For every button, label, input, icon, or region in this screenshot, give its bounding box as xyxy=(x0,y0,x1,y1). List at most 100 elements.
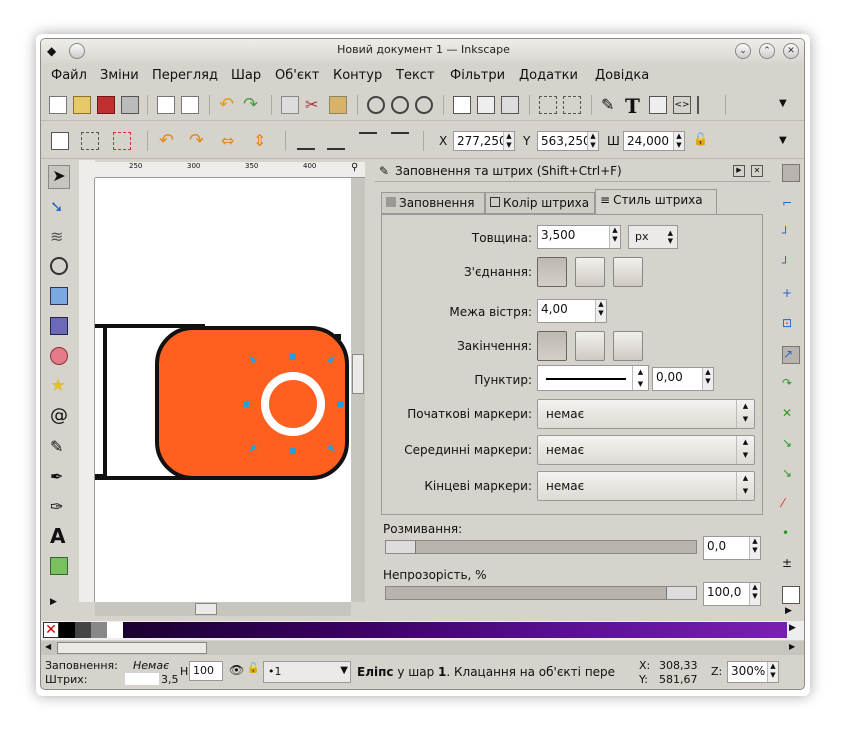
cap-round-toggle[interactable] xyxy=(575,331,605,361)
select-all-layers-icon[interactable] xyxy=(81,132,99,150)
miter-input[interactable]: 4,00 ▲ ▼ xyxy=(537,299,607,323)
opacity-spin-arrows[interactable]: ▲ ▼ xyxy=(749,583,760,605)
tab-fill[interactable]: Заповнення xyxy=(381,192,485,214)
toolbox-more-icon[interactable]: ▶ xyxy=(50,597,68,615)
blur-input[interactable]: 0,0 ▲ ▼ xyxy=(703,536,761,560)
join-bevel-toggle[interactable] xyxy=(613,257,643,287)
dialog-dock-icon[interactable]: ▶ xyxy=(733,165,745,177)
horizontal-scroll-thumb[interactable] xyxy=(195,603,217,615)
status-h-input[interactable]: 100 xyxy=(189,661,223,681)
snap-cusp-icon[interactable]: ↘ xyxy=(782,436,800,454)
horizontal-scrollbar[interactable] xyxy=(95,602,351,616)
deselect-icon[interactable] xyxy=(113,132,131,150)
width-spin-arrows[interactable]: ▲ ▼ xyxy=(609,226,620,248)
gray-swatch[interactable] xyxy=(91,622,107,638)
selector-tool-icon[interactable]: ➤ xyxy=(48,165,70,189)
pencil-tool-icon[interactable]: ✎ xyxy=(50,437,68,456)
controls-overflow-icon[interactable]: ▼ xyxy=(779,135,797,153)
x-input[interactable]: 277,250 ▲ ▼ xyxy=(453,131,515,151)
snap-rotation-center-icon[interactable]: ± xyxy=(782,556,800,574)
snap-intersections-icon[interactable]: ✕ xyxy=(782,406,800,424)
zoom-corner-icon[interactable]: ⚲ xyxy=(351,162,365,178)
snap-nodes-icon[interactable]: ↗ xyxy=(782,346,800,364)
visibility-eye-icon[interactable]: 👁 xyxy=(229,663,244,677)
paste-icon[interactable] xyxy=(329,96,347,114)
xml-editor-icon[interactable]: <> xyxy=(673,96,691,114)
w-input[interactable]: 24,000 ▲ ▼ xyxy=(623,131,685,151)
new-document-icon[interactable] xyxy=(49,96,67,114)
dash-offset-input[interactable]: 0,00 ▲ ▼ xyxy=(652,367,714,391)
black-swatch[interactable] xyxy=(59,622,75,638)
end-markers-select[interactable]: немає ▲ ▼ xyxy=(537,471,755,501)
opacity-input[interactable]: 100,0 ▲ ▼ xyxy=(703,582,761,606)
vertical-scroll-thumb[interactable] xyxy=(352,354,364,394)
rotate-ccw-icon[interactable]: ↶ xyxy=(159,132,177,150)
zoom-tool-icon[interactable] xyxy=(50,257,68,275)
fill-stroke-icon[interactable]: ✎ xyxy=(601,96,619,114)
width-input[interactable]: 3,500 ▲ ▼ xyxy=(537,225,621,249)
menu-file[interactable]: Файл xyxy=(51,68,87,83)
snap-bbox-edge-icon[interactable]: ┘ xyxy=(782,226,800,244)
snap-center-icon[interactable]: • xyxy=(782,526,800,544)
layers-icon[interactable] xyxy=(649,96,667,114)
export-icon[interactable] xyxy=(181,96,199,114)
ungroup-icon[interactable] xyxy=(563,96,581,114)
y-spin-arrows[interactable]: ▲ ▼ xyxy=(587,132,598,150)
blur-slider-thumb[interactable] xyxy=(386,541,416,553)
rectangle-tool-icon[interactable] xyxy=(50,287,68,305)
dash-pattern-select[interactable]: ▲ ▼ xyxy=(537,365,649,391)
snap-bbox-midpoint-icon[interactable]: + xyxy=(782,286,800,304)
status-stroke-swatch[interactable] xyxy=(125,673,159,685)
vertical-scrollbar[interactable] xyxy=(351,178,365,602)
maximize-button[interactable]: ⌃ xyxy=(759,43,775,59)
clone-icon[interactable] xyxy=(477,96,495,114)
join-miter-toggle[interactable] xyxy=(537,257,567,287)
palette-menu-icon[interactable]: ▶ xyxy=(789,623,803,637)
zoom-selection-icon[interactable] xyxy=(367,96,385,114)
title-bar[interactable]: ◆ Новий документ 1 — Inkscape ⌄ ⌃ ✕ xyxy=(41,39,804,63)
palette-scroll-right[interactable]: ▶ xyxy=(789,642,799,654)
lower-icon[interactable] xyxy=(327,132,345,150)
spray-tool-icon[interactable] xyxy=(50,557,68,575)
palette-scroll-left[interactable]: ◀ xyxy=(45,642,55,654)
snap-smooth-icon[interactable]: ↘ xyxy=(782,466,800,484)
text-tool-icon[interactable]: A xyxy=(50,526,68,546)
menu-edit[interactable]: Зміни xyxy=(100,68,139,83)
redo-icon[interactable]: ↷ xyxy=(243,96,261,114)
raise-top-icon[interactable] xyxy=(391,132,409,150)
mid-markers-select[interactable]: немає ▲ ▼ xyxy=(537,435,755,465)
cut-icon[interactable]: ✂ xyxy=(305,96,323,114)
status-fill-value[interactable]: Немає xyxy=(133,659,169,672)
layer-select[interactable]: •1 ▼ xyxy=(263,661,351,683)
flip-horizontal-icon[interactable]: ⇔ xyxy=(221,132,239,150)
menu-object[interactable]: Об'єкт xyxy=(275,68,319,83)
white-swatch[interactable] xyxy=(107,622,123,638)
text-font-icon[interactable]: T xyxy=(625,94,643,118)
menu-path[interactable]: Контур xyxy=(333,68,382,83)
x-spin-arrows[interactable]: ▲ ▼ xyxy=(503,132,514,150)
pen-tool-icon[interactable]: ✒ xyxy=(50,467,68,486)
tweak-tool-icon[interactable]: ≋ xyxy=(50,227,68,246)
start-markers-select[interactable]: немає ▲ ▼ xyxy=(537,399,755,429)
tab-stroke-style[interactable]: ≡ Стиль штриха xyxy=(595,189,717,215)
zoom-page-icon[interactable] xyxy=(415,96,433,114)
dialog-title-bar[interactable]: ✎ Заповнення та штрих (Shift+Ctrl+F) ▶ ✕ xyxy=(375,162,771,182)
cap-square-toggle[interactable] xyxy=(613,331,643,361)
save-icon[interactable] xyxy=(97,96,115,114)
copy-icon[interactable] xyxy=(281,96,299,114)
dash-offset-spin-arrows[interactable]: ▲ ▼ xyxy=(702,368,713,390)
lock-icon[interactable]: 🔓 xyxy=(693,132,711,150)
align-distribute-icon[interactable] xyxy=(697,96,715,114)
blur-slider[interactable] xyxy=(385,540,697,554)
undo-icon[interactable]: ↶ xyxy=(219,96,237,114)
close-button[interactable]: ✕ xyxy=(783,43,799,59)
box-3d-tool-icon[interactable] xyxy=(50,317,68,335)
palette-scroll-thumb[interactable] xyxy=(57,642,207,654)
print-icon[interactable] xyxy=(121,96,139,114)
snap-bbox-center-icon[interactable]: ⊡ xyxy=(782,316,800,334)
zoom-drawing-icon[interactable] xyxy=(391,96,409,114)
menu-filters[interactable]: Фільтри xyxy=(450,68,505,83)
calligraphy-tool-icon[interactable]: ✑ xyxy=(50,497,68,516)
lower-bottom-icon[interactable] xyxy=(297,132,315,150)
dialog-close-icon[interactable]: ✕ xyxy=(751,165,763,177)
